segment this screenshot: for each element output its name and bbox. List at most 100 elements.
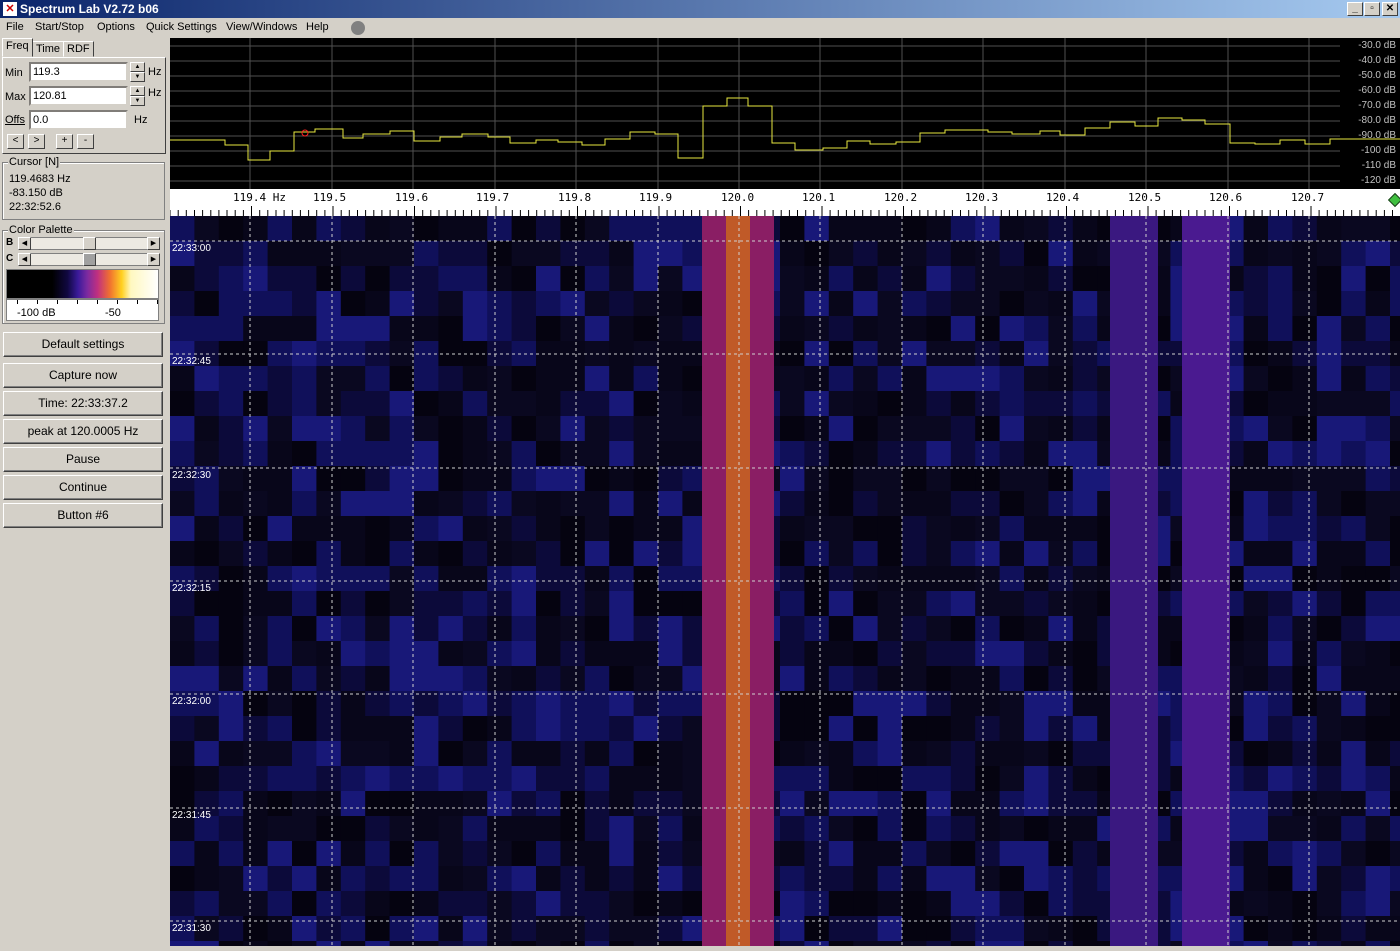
waterfall-cell [170, 741, 196, 766]
waterfall-cell [1292, 891, 1318, 916]
slider-right-arrow-icon[interactable]: ▶ [147, 253, 160, 266]
waterfall-cell [1048, 816, 1074, 841]
offset-input[interactable] [29, 110, 128, 130]
min-freq-input[interactable] [29, 62, 128, 82]
slider-left-arrow-icon[interactable]: ◀ [18, 237, 31, 250]
slider-left-arrow-icon[interactable]: ◀ [18, 253, 31, 266]
waterfall-cell [487, 491, 513, 516]
waterfall-cell [1292, 716, 1318, 741]
waterfall-plot[interactable] [170, 216, 1400, 946]
waterfall-cell [877, 866, 903, 891]
waterfall-cell [780, 741, 806, 766]
waterfall-cell [414, 616, 440, 641]
waterfall-cell [828, 566, 855, 591]
continue-button[interactable]: Continue [3, 475, 163, 500]
waterfall-cell [853, 466, 879, 491]
zoom-in-button[interactable]: + [56, 134, 73, 149]
scroll-left-button[interactable]: < [7, 134, 24, 149]
waterfall-cell [633, 391, 659, 416]
waterfall-cell [267, 741, 293, 766]
contrast-slider-thumb[interactable] [82, 253, 96, 266]
max-freq-input[interactable] [29, 86, 128, 106]
waterfall-cell [267, 641, 293, 666]
waterfall-cell [658, 416, 684, 441]
maximize-button[interactable]: ▫ [1364, 2, 1380, 16]
pause-button[interactable]: Pause [3, 447, 163, 472]
scroll-right-button[interactable]: > [28, 134, 45, 149]
waterfall-cell [316, 241, 342, 266]
waterfall-cell [438, 641, 464, 666]
max-freq-spinner[interactable]: ▲ ▼ [130, 86, 145, 106]
waterfall-cell [243, 541, 269, 566]
waterfall-cell [414, 291, 440, 316]
waterfall-cell [1048, 491, 1074, 516]
close-button[interactable]: ✕ [1382, 2, 1398, 16]
slider-right-arrow-icon[interactable]: ▶ [147, 237, 160, 250]
peak-button[interactable]: peak at 120.0005 Hz [3, 419, 163, 444]
menu-quick-settings[interactable]: Quick Settings [146, 21, 217, 33]
time-label: 22:33:00 [172, 243, 211, 254]
waterfall-cell [1243, 241, 1269, 266]
time-button[interactable]: Time: 22:33:37.2 [3, 391, 163, 416]
waterfall-cell [1365, 416, 1391, 441]
freq-label: 120.1 [802, 191, 836, 204]
waterfall-cell [1390, 816, 1400, 841]
waterfall-cell [999, 416, 1025, 441]
spin-up-icon[interactable]: ▲ [130, 62, 145, 72]
spin-up-icon[interactable]: ▲ [130, 86, 145, 96]
menu-file[interactable]: File [6, 21, 24, 33]
waterfall-cell [1268, 716, 1294, 741]
waterfall-display[interactable]: 22:33:00 22:32:45 22:32:30 22:32:15 22:3… [170, 216, 1400, 946]
menu-help[interactable]: Help [306, 21, 329, 33]
waterfall-cell [340, 841, 367, 866]
button-6[interactable]: Button #6 [3, 503, 163, 528]
waterfall-cell [462, 566, 489, 591]
waterfall-cell [584, 866, 611, 891]
tab-freq[interactable]: Freq [2, 38, 33, 57]
spectrum-graph[interactable]: -30.0 dB -40.0 dB -50.0 dB -60.0 dB -70.… [170, 38, 1400, 189]
db-label: -100 dB [1360, 145, 1396, 156]
waterfall-cell [609, 741, 635, 766]
menu-view-windows[interactable]: View/Windows [226, 21, 297, 33]
menu-options[interactable]: Options [97, 21, 135, 33]
capture-now-button[interactable]: Capture now [3, 363, 163, 388]
waterfall-cell [487, 616, 513, 641]
contrast-slider[interactable]: ◀ ▶ [4, 253, 162, 266]
min-freq-spinner[interactable]: ▲ ▼ [130, 62, 145, 82]
brightness-slider-thumb[interactable] [82, 237, 96, 250]
spin-down-icon[interactable]: ▼ [130, 72, 145, 82]
tab-time[interactable]: Time [32, 41, 65, 57]
waterfall-cell [1048, 416, 1074, 441]
waterfall-cell [1243, 491, 1269, 516]
waterfall-cell [414, 566, 440, 591]
cursor-marker[interactable] [301, 129, 309, 137]
waterfall-cell [218, 366, 245, 391]
brightness-slider[interactable]: ◀ ▶ [4, 237, 162, 250]
waterfall-cell [877, 566, 903, 591]
freq-label: 120.7 [1291, 191, 1325, 204]
waterfall-cell [975, 566, 1001, 591]
waterfall-cell [999, 866, 1025, 891]
waterfall-cell [780, 441, 806, 466]
frequency-scale[interactable]: 119.4 Hz 119.5 119.6 119.7 119.8 119.9 1… [170, 189, 1400, 216]
waterfall-cell [926, 866, 952, 891]
spectrum-plot[interactable] [170, 38, 1400, 189]
app-icon[interactable]: ✕ [3, 2, 17, 16]
zoom-out-button[interactable]: - [77, 134, 94, 149]
waterfall-cell [902, 866, 928, 891]
waterfall-cell [1316, 691, 1343, 716]
waterfall-cell [316, 816, 342, 841]
status-indicator-icon[interactable] [351, 21, 365, 35]
spin-down-icon[interactable]: ▼ [130, 96, 145, 106]
waterfall-cell [609, 866, 635, 891]
menu-start-stop[interactable]: Start/Stop [35, 21, 84, 33]
waterfall-cell [511, 616, 537, 641]
waterfall-cell [926, 291, 952, 316]
waterfall-cell [1024, 241, 1050, 266]
waterfall-cell [462, 316, 489, 341]
minimize-button[interactable]: _ [1347, 2, 1363, 16]
waterfall-cell [1390, 741, 1400, 766]
default-settings-button[interactable]: Default settings [3, 332, 163, 357]
waterfall-cell [658, 591, 684, 616]
tab-rdf[interactable]: RDF [63, 41, 94, 57]
